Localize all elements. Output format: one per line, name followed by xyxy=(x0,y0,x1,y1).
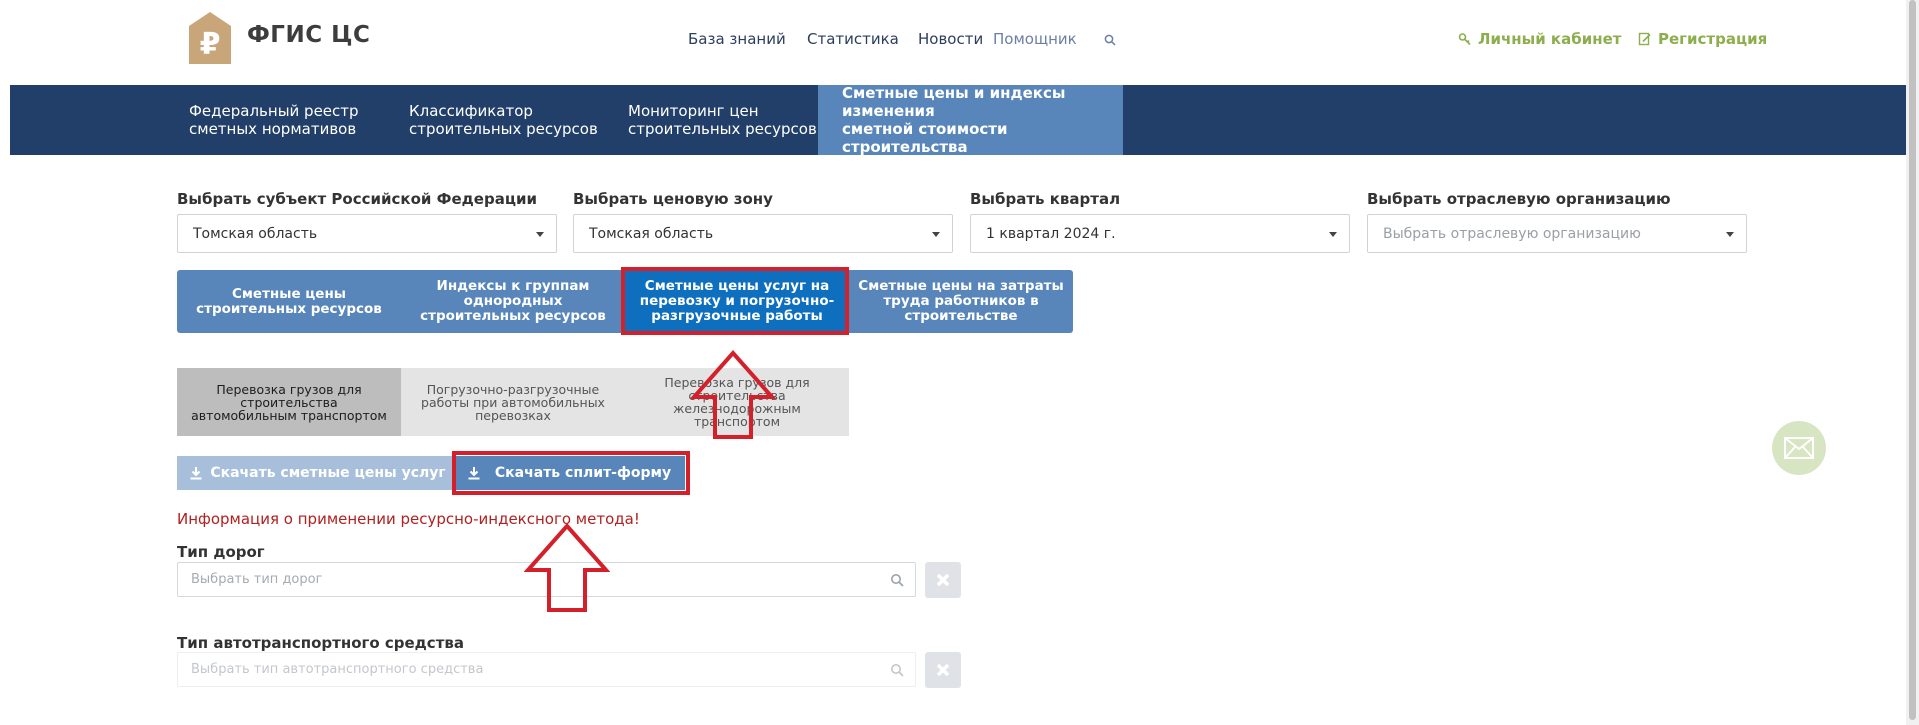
tab-labor-costs[interactable]: Сметные цены на затраты труда работников … xyxy=(849,270,1073,333)
chevron-down-icon xyxy=(932,232,940,237)
nav-item-classifier[interactable]: Классификатор строительных ресурсов xyxy=(409,85,609,155)
nav-item-estimate-prices[interactable]: Сметные цены и индексы изменения сметной … xyxy=(818,84,1123,156)
main-navbar: Федеральный реестр сметных нормативов Кла… xyxy=(10,84,1913,156)
nav-item-federal-registry[interactable]: Федеральный реестр сметных нормативов xyxy=(189,85,389,155)
logo-icon[interactable]: ₽ xyxy=(189,12,231,64)
close-icon xyxy=(936,573,950,587)
organization-select[interactable]: Выбрать отраслевую организацию xyxy=(1367,214,1747,253)
subject-select[interactable]: Томская область xyxy=(177,214,557,253)
vehicle-type-label: Тип автотранспортного средства xyxy=(177,634,464,652)
svg-text:₽: ₽ xyxy=(200,27,221,62)
search-icon xyxy=(891,664,904,677)
mail-icon xyxy=(1784,437,1814,459)
scrollbar-thumb[interactable] xyxy=(1909,0,1916,720)
nav-link-assistant[interactable]: Помощник xyxy=(993,30,1077,48)
nav-link-news[interactable]: Новости xyxy=(918,30,983,48)
close-icon xyxy=(936,663,950,677)
nav-link-knowledge-base[interactable]: База знаний xyxy=(688,30,786,48)
nav-item-price-monitoring[interactable]: Мониторинг цен строительных ресурсов xyxy=(628,85,828,155)
filter-label-price-zone: Выбрать ценовую зону xyxy=(573,190,773,208)
download-prices-button[interactable]: Скачать сметные цены услуг xyxy=(177,456,453,490)
vehicle-type-input[interactable]: Выбрать тип автотранспортного средства xyxy=(177,652,916,687)
key-icon xyxy=(1458,33,1471,46)
edit-icon xyxy=(1638,32,1651,46)
account-label: Личный кабинет xyxy=(1478,30,1622,48)
subtab-auto-transport[interactable]: Перевозка грузов для строительства автомоб… xyxy=(177,368,401,436)
chevron-down-icon xyxy=(1329,232,1337,237)
price-zone-select[interactable]: Томская область xyxy=(573,214,953,253)
annotation-box-split-form xyxy=(452,451,690,495)
quarter-select[interactable]: 1 квартал 2024 г. xyxy=(970,214,1350,253)
nav-link-statistics[interactable]: Статистика xyxy=(807,30,899,48)
download-icon xyxy=(190,467,202,480)
tab-resource-prices[interactable]: Сметные цены строительных ресурсов xyxy=(177,270,401,333)
clear-road-type-button[interactable] xyxy=(925,562,961,598)
clear-vehicle-type-button[interactable] xyxy=(925,652,961,688)
register-link[interactable]: Регистрация xyxy=(1638,30,1767,48)
search-icon xyxy=(891,574,904,587)
annotation-box-transport-tab xyxy=(621,267,849,335)
logo-text[interactable]: ФГИС ЦС xyxy=(247,22,370,48)
tab-group-indexes[interactable]: Индексы к группам однородных строительных … xyxy=(401,270,625,333)
filter-label-quarter: Выбрать квартал xyxy=(970,190,1121,208)
register-label: Регистрация xyxy=(1658,30,1768,48)
annotation-arrow-up xyxy=(690,350,776,439)
filter-label-organization: Выбрать отраслевую организацию xyxy=(1367,190,1671,208)
filter-label-subject: Выбрать субъект Российской Федерации xyxy=(177,190,537,208)
feedback-button[interactable] xyxy=(1772,421,1826,475)
annotation-arrow-up xyxy=(524,523,610,612)
chevron-down-icon xyxy=(536,232,544,237)
chevron-down-icon xyxy=(1726,232,1734,237)
account-link[interactable]: Личный кабинет xyxy=(1458,30,1621,48)
road-type-label: Тип дорог xyxy=(177,543,265,561)
subtab-loading-works[interactable]: Погрузочно-разгрузочные работы при автомо… xyxy=(401,368,625,436)
search-icon[interactable] xyxy=(1104,31,1116,46)
